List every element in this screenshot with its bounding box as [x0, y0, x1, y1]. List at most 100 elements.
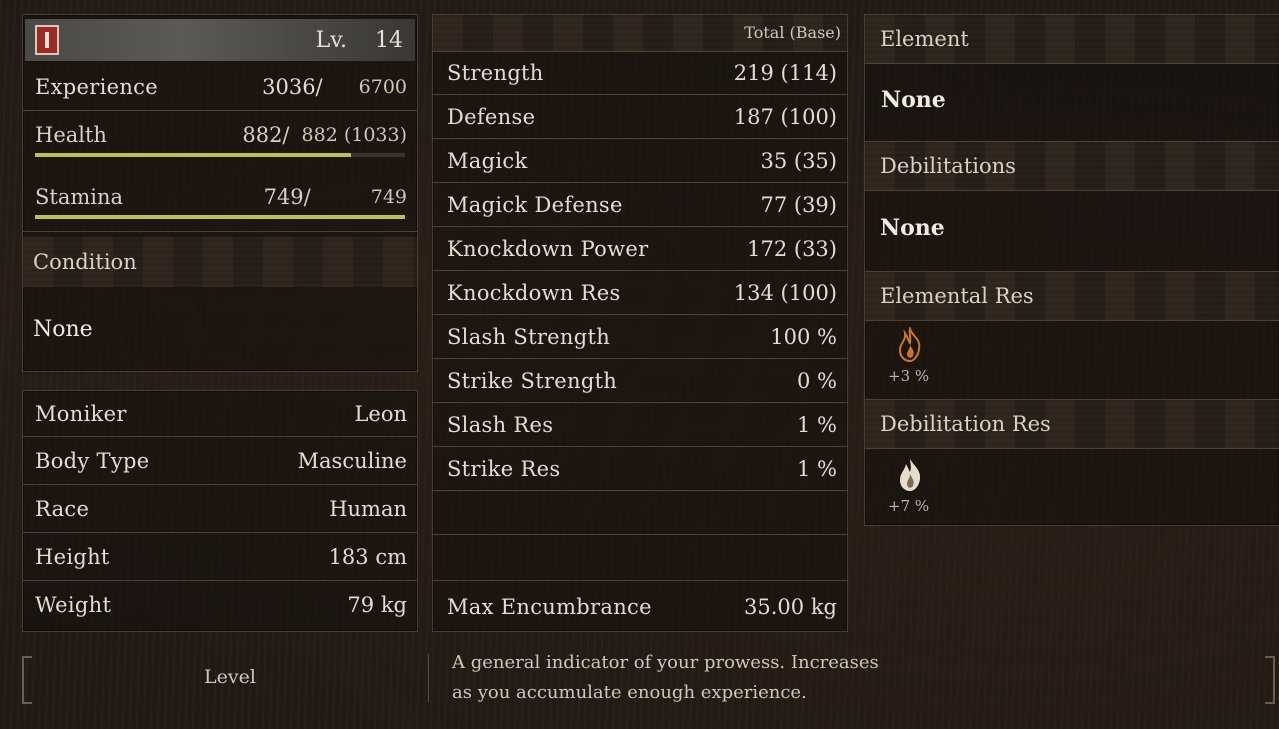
stats-header: Total (Base): [433, 15, 847, 52]
health-label: Health: [35, 123, 107, 147]
health-row[interactable]: Health 882/ 882 (1033): [23, 113, 417, 165]
help-description-line2: as you accumulate enough experience.: [452, 682, 807, 703]
level-prefix: Lv.: [315, 27, 347, 53]
emblem-icon: [35, 25, 59, 55]
stat-row-strike-strength[interactable]: Strike Strength 0 %: [433, 359, 847, 403]
stat-row-knockdown-res[interactable]: Knockdown Res 134 (100): [433, 271, 847, 315]
stat-label: Strike Strength: [447, 368, 618, 393]
stat-label: Knockdown Res: [447, 280, 621, 305]
stat-label: Strength: [447, 60, 544, 85]
element-header: Element: [865, 15, 1279, 64]
experience-current: 3036/: [262, 74, 323, 99]
stat-value: 1 %: [797, 412, 837, 437]
stat-label: Magick: [447, 148, 528, 173]
profile-value: Leon: [354, 401, 407, 426]
health-bar-fill: [35, 153, 351, 157]
stat-value: 134 (100): [733, 280, 837, 305]
stat-row-slash-strength[interactable]: Slash Strength 100 %: [433, 315, 847, 359]
stat-label: Strike Res: [447, 456, 561, 481]
stat-row-slash-res[interactable]: Slash Res 1 %: [433, 403, 847, 447]
stat-row-strike-res[interactable]: Strike Res 1 %: [433, 447, 847, 491]
stamina-row[interactable]: Stamina 749/ 749: [23, 175, 417, 232]
stats-header-label: Total (Base): [744, 23, 841, 42]
elemental-res-entry[interactable]: +3 %: [885, 325, 945, 389]
elemental-res-label: Elemental Res: [880, 284, 1034, 308]
stat-value: 219 (114): [733, 60, 837, 85]
profile-value: Masculine: [297, 448, 407, 473]
stat-row-magick-defense[interactable]: Magick Defense 77 (39): [433, 183, 847, 227]
stat-value: 1 %: [797, 456, 837, 481]
experience-row[interactable]: Experience 3036/ 6700: [23, 63, 417, 111]
profile-value: 183 cm: [328, 544, 407, 569]
element-value: None: [881, 87, 946, 113]
empty-stat-row: [433, 491, 847, 535]
profile-row-height[interactable]: Height 183 cm: [23, 533, 417, 581]
stamina-label: Stamina: [35, 185, 124, 209]
profile-label: Body Type: [35, 448, 150, 473]
profile-row-race[interactable]: Race Human: [23, 485, 417, 533]
stat-value: 172 (33): [747, 236, 837, 261]
stat-value: 0 %: [797, 368, 837, 393]
fire-icon: [895, 325, 925, 367]
burn-icon: [895, 457, 925, 497]
health-max: 882 (1033): [301, 124, 407, 146]
stats-panel: Total (Base) Strength 219 (114) Defense 187…: [432, 14, 848, 632]
debilitation-res-entry[interactable]: +7 %: [885, 455, 945, 519]
stat-value: 77 (39): [760, 192, 837, 217]
elemental-res-value: +3 %: [888, 367, 930, 385]
status-panel: Element None Debilitations None Elementa…: [864, 14, 1279, 526]
bracket-right-icon: [1265, 656, 1275, 704]
help-bar: Level A general indicator of your prowes…: [0, 650, 1279, 729]
debilitation-res-label: Debilitation Res: [880, 412, 1051, 436]
stamina-current: 749/: [263, 185, 311, 209]
encumbrance-value: 35.00 kg: [744, 595, 837, 619]
condition-label: Condition: [33, 250, 137, 274]
help-description-line1: A general indicator of your prowess. Inc…: [452, 652, 879, 673]
stat-label: Magick Defense: [447, 192, 623, 217]
stat-label: Defense: [447, 104, 536, 129]
debilitations-value: None: [880, 215, 945, 241]
profile-label: Weight: [35, 593, 112, 617]
stat-value: 35 (35): [760, 148, 837, 173]
level-value: 14: [375, 27, 403, 53]
profile-value: 79 kg: [347, 593, 407, 617]
profile-label: Race: [35, 496, 90, 521]
stat-label: Slash Res: [447, 412, 554, 437]
help-divider: [428, 654, 429, 702]
profile-row-body-type[interactable]: Body Type Masculine: [23, 437, 417, 485]
stat-row-magick[interactable]: Magick 35 (35): [433, 139, 847, 183]
debilitations-label: Debilitations: [880, 154, 1016, 178]
experience-label: Experience: [35, 74, 158, 99]
stat-value: 187 (100): [733, 104, 837, 129]
stat-row-knockdown-power[interactable]: Knockdown Power 172 (33): [433, 227, 847, 271]
stamina-bar: [35, 215, 405, 219]
stat-label: Slash Strength: [447, 324, 611, 349]
stat-row-strength[interactable]: Strength 219 (114): [433, 51, 847, 95]
elemental-res-header: Elemental Res: [865, 271, 1279, 321]
stat-value: 100 %: [770, 324, 837, 349]
stamina-bar-fill: [35, 215, 405, 219]
profile-value: Human: [329, 496, 407, 521]
health-current: 882/: [242, 123, 290, 147]
character-vitals-panel: Lv. 14 Experience 3036/ 6700 Health 882/…: [22, 14, 418, 372]
help-selected-label: Level: [204, 666, 256, 688]
condition-header: Condition: [23, 237, 417, 287]
element-label: Element: [880, 27, 969, 51]
empty-stat-row: [433, 535, 847, 581]
encumbrance-row[interactable]: Max Encumbrance 35.00 kg: [433, 585, 847, 629]
debilitation-res-header: Debilitation Res: [865, 399, 1279, 449]
profile-row-moniker[interactable]: Moniker Leon: [23, 391, 417, 437]
encumbrance-label: Max Encumbrance: [447, 595, 652, 619]
stat-label: Knockdown Power: [447, 236, 649, 261]
profile-row-weight[interactable]: Weight 79 kg: [23, 581, 417, 629]
profile-label: Height: [35, 544, 110, 569]
stat-row-defense[interactable]: Defense 187 (100): [433, 95, 847, 139]
bracket-left-icon: [22, 656, 32, 704]
profile-panel: Moniker Leon Body Type Masculine Race Human He…: [22, 390, 418, 632]
debilitation-res-value: +7 %: [888, 497, 930, 515]
stamina-max: 749: [370, 186, 407, 208]
profile-label: Moniker: [35, 401, 127, 426]
health-bar: [35, 153, 405, 157]
level-header[interactable]: Lv. 14: [25, 19, 415, 61]
experience-next: 6700: [358, 75, 407, 98]
